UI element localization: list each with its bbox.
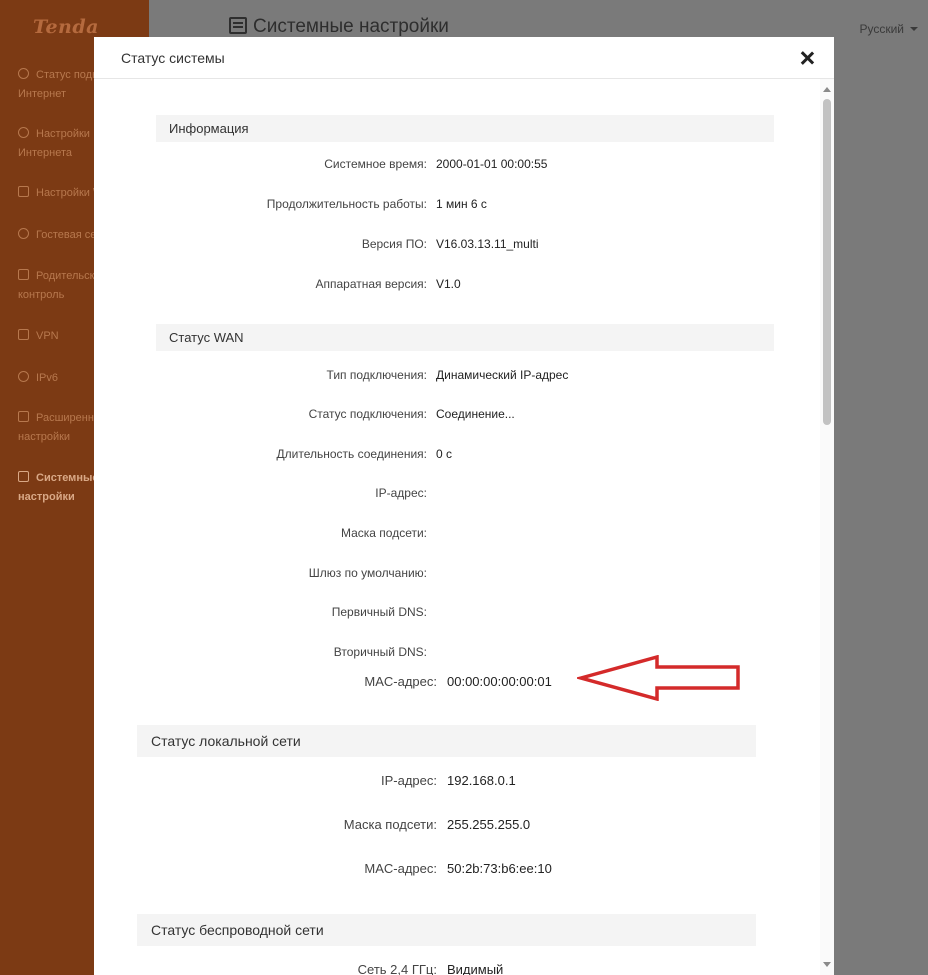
section-wan-title: Статус WAN	[156, 324, 774, 351]
row-label: Продолжительность работы:	[266, 197, 427, 211]
sidebar-item-label: Настройки \	[36, 187, 97, 199]
row-value: Видимый	[447, 962, 504, 975]
system-settings-icon	[18, 471, 29, 482]
sidebar-item-label: IPv6	[36, 372, 59, 384]
wan-row: Шлюз по умолчанию:	[94, 566, 834, 582]
section-wireless-title: Статус беспроводной сети	[137, 914, 756, 946]
row-label: Статус подключения:	[308, 407, 427, 421]
row-label: Сеть 2,4 ГГц:	[357, 962, 437, 975]
parental-icon	[18, 269, 29, 280]
row-label: Вторичный DNS:	[333, 645, 427, 659]
wan-row: Маска подсети:	[94, 526, 834, 542]
row-value: 00:00:00:00:00:01	[447, 674, 552, 689]
section-lan-title: Статус локальной сети	[137, 725, 756, 757]
sidebar-item-label: Гостевая се	[36, 229, 97, 241]
sidebar-item-label: Расширенн	[36, 412, 94, 424]
row-label: Тип подключения:	[326, 368, 427, 382]
row-value: 192.168.0.1	[447, 773, 516, 788]
row-label: Маска подсети:	[340, 526, 427, 540]
ipv6-icon	[18, 371, 29, 382]
sidebar-item-label: Статус подк	[36, 69, 97, 81]
lan-row: Маска подсети: 255.255.255.0	[94, 817, 834, 835]
sidebar-item-label-2: настройки	[18, 491, 75, 503]
row-value: 50:2b:73:b6:ee:10	[447, 861, 552, 876]
wan-row: Длительность соединения: 0 с	[94, 447, 834, 463]
row-value: 0 с	[436, 447, 453, 461]
language-label: Русский	[859, 22, 904, 36]
row-label: Аппаратная версия:	[315, 277, 427, 291]
close-icon[interactable]	[798, 49, 816, 67]
info-row: Системное время: 2000-01-01 00:00:55	[94, 157, 834, 173]
sidebar-item-label-2: контроль	[18, 289, 65, 301]
lan-row: MAC-адрес: 50:2b:73:b6:ee:10	[94, 861, 834, 879]
wireless-row: Сеть 2,4 ГГц: Видимый	[94, 962, 834, 975]
globe-icon	[18, 68, 29, 79]
row-label: IP-адрес:	[381, 773, 437, 788]
row-label: IP-адрес:	[375, 486, 427, 500]
sidebar-item-label-2: настройки	[18, 431, 71, 443]
tenda-logo: Tenda	[33, 16, 99, 38]
info-row: Продолжительность работы: 1 мин 6 с	[94, 197, 834, 213]
system-status-modal: Статус системы Информация Системное врем…	[94, 37, 834, 975]
wifi-settings-icon	[18, 186, 29, 197]
row-label: Шлюз по умолчанию:	[308, 566, 427, 580]
sidebar-item-label: Родительск	[36, 270, 95, 282]
wan-row: Тип подключения: Динамический IP-адрес	[94, 368, 834, 384]
row-value: 2000-01-01 00:00:55	[436, 157, 548, 171]
row-value: 1 мин 6 с	[436, 197, 487, 211]
lan-row: IP-адрес: 192.168.0.1	[94, 773, 834, 791]
modal-header: Статус системы	[94, 37, 834, 79]
user-icon	[18, 228, 29, 239]
wan-row: Статус подключения: Соединение...	[94, 407, 834, 423]
wan-row: IP-адрес:	[94, 486, 834, 502]
sidebar-item-label: VPN	[36, 330, 59, 342]
advanced-icon	[18, 411, 29, 422]
chevron-down-icon	[910, 27, 918, 31]
wan-row: Первичный DNS:	[94, 605, 834, 621]
sidebar-item-label-2: Интернета	[18, 147, 72, 159]
sidebar-item-label: Системные	[36, 472, 99, 484]
info-row: Аппаратная версия: V1.0	[94, 277, 834, 293]
info-row: Версия ПО: V16.03.13.11_multi	[94, 237, 834, 253]
row-label: Маска подсети:	[343, 817, 437, 832]
row-value: Динамический IP-адрес	[436, 368, 569, 382]
red-arrow-annotation	[577, 655, 740, 701]
gear-icon	[18, 127, 29, 138]
modal-title: Статус системы	[121, 50, 225, 66]
page-title: Системные настройки	[229, 16, 449, 38]
row-value: 255.255.255.0	[447, 817, 531, 832]
sidebar-item-label-2: Интернет	[18, 88, 66, 100]
row-label: Первичный DNS:	[331, 605, 427, 619]
row-label: MAC-адрес:	[364, 674, 437, 689]
sidebar-item-label: Настройки	[36, 128, 90, 140]
section-info-title: Информация	[156, 115, 774, 142]
language-selector[interactable]: Русский	[859, 22, 918, 36]
row-label: Системное время:	[324, 157, 427, 171]
row-label: Длительность соединения:	[276, 447, 428, 461]
row-value: Соединение...	[436, 407, 515, 421]
vpn-icon	[18, 329, 29, 340]
row-label: Версия ПО:	[361, 237, 427, 251]
row-label: MAC-адрес:	[364, 861, 437, 876]
scroll-up-icon[interactable]	[823, 87, 831, 92]
row-value: V1.0	[436, 277, 461, 291]
system-settings-icon	[229, 17, 247, 34]
page-title-text: Системные настройки	[253, 16, 449, 37]
row-value: V16.03.13.11_multi	[436, 237, 539, 251]
